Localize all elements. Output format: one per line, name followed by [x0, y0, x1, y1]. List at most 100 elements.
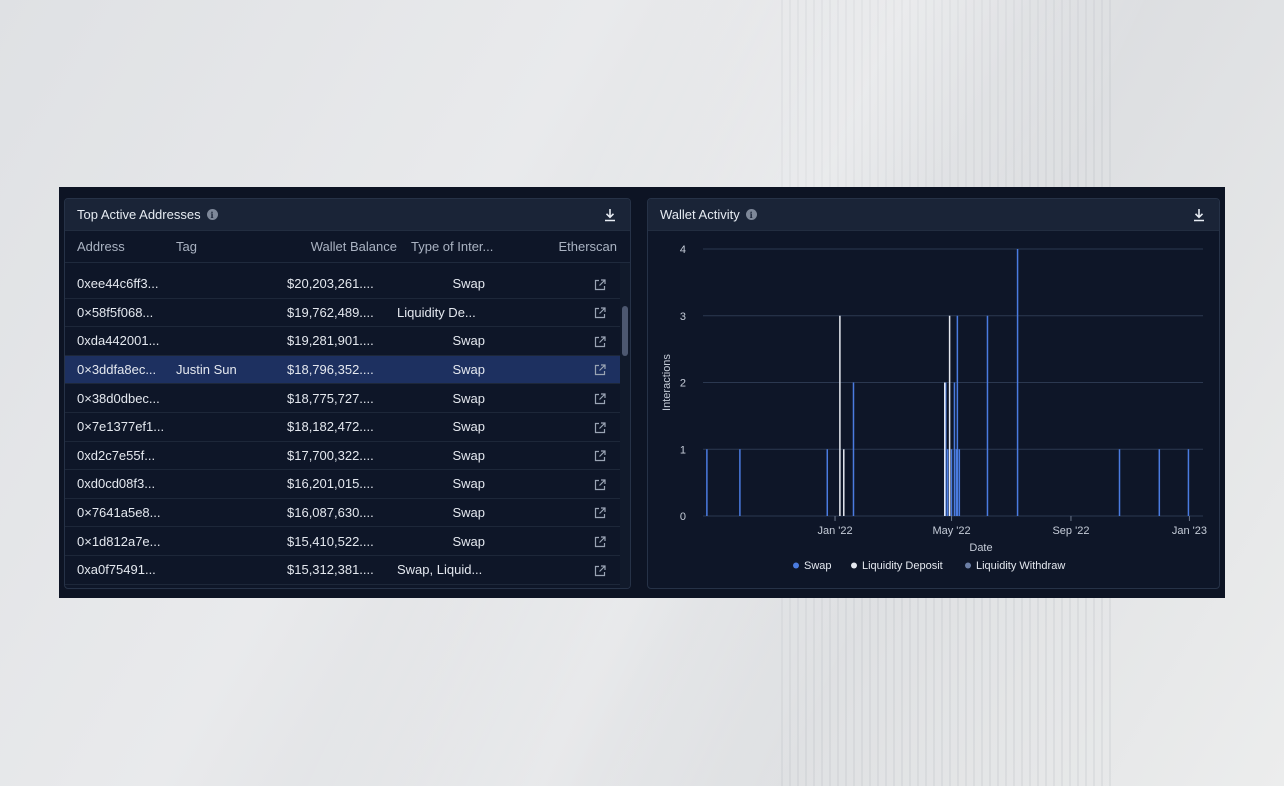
- bar-swap: [826, 449, 829, 516]
- external-link-icon[interactable]: [593, 306, 607, 320]
- table-row[interactable]: 0×58f5f068... $19,762,489.... Liquidity De…: [65, 299, 620, 328]
- panel-header: Wallet Activity i: [648, 199, 1219, 231]
- address-cell[interactable]: 0×38d0dbec...: [65, 391, 176, 406]
- table-row[interactable]: 0xda442001... $19,281,901.... Swap: [65, 327, 620, 356]
- legend-item-liquidity-deposit: Liquidity Deposit: [862, 560, 943, 572]
- external-link-icon[interactable]: [593, 564, 607, 578]
- address-cell[interactable]: 0×3ddfa8ec...: [65, 362, 176, 377]
- table-row[interactable]: 0xa0f75491... $15,312,381.... Swap, Liquid…: [65, 556, 620, 585]
- dashboard-frame: Top Active Addresses i Address Tag Walle…: [59, 187, 1225, 598]
- wallet-balance-cell: $18,775,727....: [287, 390, 374, 406]
- legend-marker: [851, 562, 857, 569]
- x-tick-label: Jan '22: [817, 525, 852, 537]
- panel-title-group: Top Active Addresses i: [77, 207, 218, 222]
- y-tick-label: 3: [680, 311, 686, 323]
- external-link-icon[interactable]: [593, 363, 607, 377]
- table-row[interactable]: 0×3ddfa8ec... Justin Sun $18,796,352.... Sw…: [65, 355, 620, 385]
- table-header: Address Tag Wallet Balance Type of Inter…: [65, 231, 630, 263]
- column-header-wallet-balance[interactable]: Wallet Balance: [299, 239, 397, 254]
- table-row[interactable]: 0xd0cd08f3... $16,201,015.... Swap: [65, 470, 620, 499]
- legend-item-liquidity-withdraw: Liquidity Withdraw: [976, 560, 1065, 572]
- table-row[interactable]: 0×7641a5e8... $16,087,630.... Swap: [65, 499, 620, 528]
- external-link-icon[interactable]: [593, 392, 607, 406]
- panel-title: Wallet Activity: [660, 207, 740, 222]
- bar-swap: [956, 315, 959, 516]
- y-tick-label: 0: [680, 511, 686, 523]
- table-row[interactable]: 0xee44c6ff3... $20,203,261.... Swap: [65, 270, 620, 299]
- table-row[interactable]: 0×1d812a7e... $15,410,522.... Swap: [65, 527, 620, 556]
- column-header-tag[interactable]: Tag: [176, 239, 287, 254]
- interaction-type-cell: Swap: [452, 362, 485, 378]
- download-icon[interactable]: [1191, 207, 1207, 223]
- wallet-balance-cell: $16,087,630....: [287, 505, 374, 521]
- wallet-balance-cell: $15,312,381....: [287, 562, 374, 578]
- wallet-balance-cell: $18,796,352....: [287, 362, 374, 378]
- external-link-icon[interactable]: [593, 478, 607, 492]
- download-icon[interactable]: [602, 207, 618, 223]
- etherscan-cell: [485, 505, 619, 521]
- etherscan-cell: [485, 390, 619, 406]
- bar-swap: [986, 315, 989, 516]
- address-cell[interactable]: 0×1d812a7e...: [65, 534, 176, 549]
- wallet-balance-cell: $16,201,015....: [287, 476, 374, 492]
- interaction-type-cell: Swap: [452, 276, 485, 292]
- address-cell[interactable]: 0×7641a5e8...: [65, 505, 176, 520]
- legend-marker: [793, 562, 799, 569]
- table-row[interactable]: 0×38d0dbec... $18,775,727.... Swap: [65, 384, 620, 413]
- x-tick-label: May '22: [932, 525, 970, 537]
- bar-swap: [739, 449, 741, 516]
- bar-liquidity-deposit: [948, 315, 951, 516]
- panel-title-group: Wallet Activity i: [660, 207, 757, 222]
- panel-title: Top Active Addresses: [77, 207, 201, 222]
- info-icon[interactable]: i: [206, 209, 218, 220]
- wallet-balance-cell: $15,410,522....: [287, 533, 374, 549]
- bar-swap: [953, 382, 956, 516]
- external-link-icon[interactable]: [593, 506, 607, 520]
- bar-swap: [1158, 449, 1161, 516]
- bar-liquidity-deposit: [943, 382, 946, 516]
- bar-swap: [950, 449, 953, 516]
- x-axis-label: Date: [969, 542, 992, 554]
- external-link-icon[interactable]: [593, 335, 607, 349]
- etherscan-cell: [485, 419, 619, 435]
- wallet-balance-cell: $20,203,261....: [287, 276, 374, 292]
- table-scrollbar[interactable]: [620, 263, 630, 588]
- interaction-type-cell: Swap: [452, 333, 485, 349]
- panel-header: Top Active Addresses i: [65, 199, 630, 231]
- address-cell[interactable]: 0×58f5f068...: [65, 305, 176, 320]
- interaction-type-cell: Liquidity De...: [397, 304, 476, 320]
- table-row[interactable]: 0xd2c7e55f... $17,700,322.... Swap: [65, 442, 620, 471]
- address-cell[interactable]: 0xd2c7e55f...: [65, 448, 176, 463]
- external-link-icon[interactable]: [593, 278, 607, 292]
- address-cell[interactable]: 0xa0f75491...: [65, 562, 176, 577]
- external-link-icon[interactable]: [593, 421, 607, 435]
- etherscan-cell: [485, 476, 619, 492]
- bar-swap: [1118, 449, 1121, 516]
- etherscan-cell: [485, 333, 619, 349]
- etherscan-cell: [485, 362, 619, 378]
- bar-swap: [946, 449, 949, 516]
- external-link-icon[interactable]: [593, 449, 607, 463]
- etherscan-cell: [485, 533, 619, 549]
- y-axis-label: Interactions: [661, 354, 673, 411]
- address-cell[interactable]: 0×7e1377ef1...: [65, 419, 176, 434]
- table-row[interactable]: 0×7e1377ef1... $18,182,472.... Swap: [65, 413, 620, 442]
- info-icon[interactable]: i: [745, 209, 757, 220]
- bar-swap: [852, 382, 855, 516]
- external-link-icon[interactable]: [593, 535, 607, 549]
- bar-swap: [706, 449, 708, 516]
- etherscan-cell: [485, 562, 619, 578]
- column-header-etherscan[interactable]: Etherscan: [509, 239, 627, 254]
- scrollbar-thumb[interactable]: [622, 306, 628, 356]
- wallet-balance-cell: $18,182,472....: [287, 419, 374, 435]
- interaction-type-cell: Swap: [452, 476, 485, 492]
- y-tick-label: 4: [680, 244, 686, 256]
- address-cell[interactable]: 0xda442001...: [65, 333, 176, 348]
- column-header-type-of-interaction[interactable]: Type of Inter...: [397, 239, 509, 254]
- y-tick-label: 1: [680, 444, 686, 456]
- address-cell[interactable]: 0xee44c6ff3...: [65, 276, 176, 291]
- column-header-address[interactable]: Address: [65, 239, 176, 254]
- top-active-addresses-panel: Top Active Addresses i Address Tag Walle…: [64, 198, 631, 589]
- address-cell[interactable]: 0xd0cd08f3...: [65, 476, 176, 491]
- etherscan-cell: [485, 276, 619, 292]
